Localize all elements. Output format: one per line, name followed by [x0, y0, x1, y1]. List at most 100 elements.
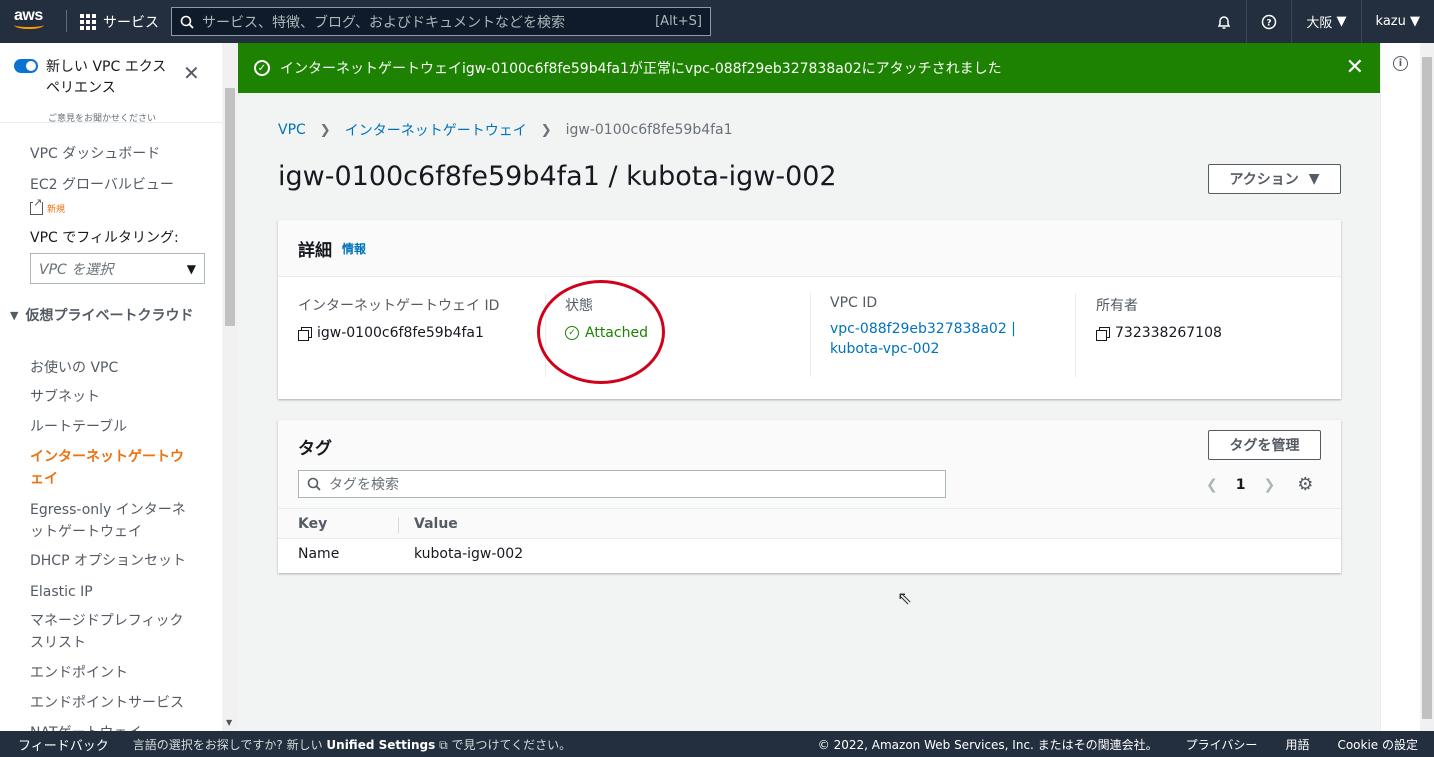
sidebar-item-route-tables[interactable]: ルートテーブル	[30, 416, 190, 438]
terms-link[interactable]: 用語	[1285, 736, 1309, 753]
help-panel-rail: i	[1380, 43, 1420, 731]
info-link[interactable]: 情報	[342, 240, 366, 257]
search-shortcut: [Alt+S]	[655, 14, 702, 29]
column-key[interactable]: Key	[298, 516, 327, 532]
nav-right-group: ? 大阪 ▼ kazu ▼	[1202, 0, 1434, 43]
sidebar-divider	[0, 122, 222, 123]
cookie-settings-link[interactable]: Cookie の設定	[1337, 736, 1418, 753]
column-divider	[1075, 293, 1076, 377]
feedback-link[interactable]: フィードバック	[18, 735, 109, 754]
gear-icon[interactable]: ⚙	[1297, 474, 1313, 495]
breadcrumb: VPC ❯ インターネットゲートウェイ ❯ igw-0100c6f8fe59b4…	[278, 120, 733, 140]
caret-down-icon: ▼	[1410, 14, 1420, 29]
filter-label: VPC でフィルタリング:	[30, 230, 179, 246]
chevron-right-icon[interactable]: ❯	[1263, 477, 1275, 493]
user-label: kazu	[1375, 14, 1406, 29]
sidebar-item-dashboard[interactable]: VPC ダッシュボード	[30, 143, 190, 165]
help-button[interactable]: ?	[1246, 0, 1291, 43]
breadcrumb-vpc[interactable]: VPC	[278, 122, 306, 138]
external-link-icon	[30, 196, 43, 215]
info-icon[interactable]: i	[1393, 56, 1408, 71]
vpc-id-field: VPC ID vpc-088f29eb327838a02 | kubota-vp…	[830, 295, 1060, 359]
toggle-title: 新しい VPC エクスペリエンス	[46, 59, 167, 96]
sidebar-item-elastic-ip[interactable]: Elastic IP	[30, 581, 190, 603]
section-label: 仮想プライベートクラウド	[25, 308, 194, 324]
breadcrumb-internet-gateways[interactable]: インターネットゲートウェイ	[345, 120, 527, 140]
tag-search-input[interactable]: タグを検索	[298, 470, 946, 498]
tag-value: kubota-igw-002	[414, 546, 524, 562]
sidebar-item-subnets[interactable]: サブネット	[30, 386, 190, 408]
caret-down-icon: ▼	[1308, 171, 1320, 187]
services-menu-button[interactable]: サービス	[80, 0, 159, 43]
svg-text:?: ?	[1267, 18, 1272, 28]
actions-button[interactable]: アクション ▼	[1208, 164, 1341, 194]
language-notice: 言語の選択をお探しですか? 新しい Unified Settings ⧉ で見つ…	[133, 736, 571, 753]
scroll-down-arrow-icon[interactable]: ▼	[226, 718, 232, 727]
copyright: © 2022, Amazon Web Services, Inc. またはその関…	[817, 737, 1158, 752]
sidebar-section-vpc[interactable]: ▼ 仮想プライベートクラウド	[10, 305, 200, 327]
sidebar: 新しい VPC エクスペリエンス ご意見をお聞かせください ✕ VPC ダッシュ…	[0, 43, 222, 731]
details-header: 詳細 情報	[278, 220, 1341, 277]
external-link-icon: ⧉	[439, 737, 448, 752]
sidebar-item-prefix-lists[interactable]: マネージドプレフィックスリスト	[30, 610, 190, 654]
sidebar-item-dhcp[interactable]: DHCP オプションセット	[30, 550, 190, 572]
new-experience-toggle[interactable]	[14, 59, 38, 73]
search-placeholder: サービス、特徴、ブログ、およびドキュメントなどを検索	[202, 14, 566, 31]
region-selector[interactable]: 大阪 ▼	[1291, 0, 1360, 43]
vpc-filter-select[interactable]: VPC を選択 ▼	[30, 253, 205, 284]
nav-divider	[66, 10, 67, 32]
page-scroll-thumb[interactable]	[1422, 57, 1432, 719]
column-divider	[398, 517, 399, 533]
sidebar-item-global-view[interactable]: EC2 グローバルビュー	[30, 174, 190, 196]
footer-links: © 2022, Amazon Web Services, Inc. またはその関…	[818, 736, 1418, 753]
lang-suffix: で見つけてください。	[451, 737, 572, 752]
igw-id-value: igw-0100c6f8fe59b4fa1	[317, 325, 484, 341]
notifications-button[interactable]	[1202, 0, 1246, 43]
page-number[interactable]: 1	[1236, 477, 1246, 493]
region-label: 大阪	[1306, 16, 1333, 31]
details-columns: インターネットゲートウェイ ID igw-0100c6f8fe59b4fa1 状…	[278, 277, 1341, 399]
chevron-right-icon: ❯	[319, 122, 331, 138]
page-title: igw-0100c6f8fe59b4fa1 / kubota-igw-002	[278, 161, 837, 192]
mouse-cursor-icon: ⇖	[897, 588, 913, 609]
igw-id-field: インターネットゲートウェイ ID igw-0100c6f8fe59b4fa1	[298, 295, 499, 343]
aws-logo[interactable]: aws	[14, 8, 50, 34]
vpc-id-link[interactable]: vpc-088f29eb327838a02 | kubota-vpc-002	[830, 319, 1060, 359]
sidebar-item-endpoints[interactable]: エンドポイント	[30, 662, 190, 684]
sidebar-scrollbar[interactable]: ▼	[222, 43, 238, 731]
copy-icon[interactable]	[1096, 327, 1110, 341]
footer: フィードバック 言語の選択をお探しですか? 新しい Unified Settin…	[0, 731, 1434, 757]
pagination: ❮ 1 ❯ ⚙	[1206, 474, 1313, 495]
privacy-link[interactable]: プライバシー	[1186, 736, 1258, 753]
sidebar-scroll-thumb[interactable]	[225, 88, 235, 326]
close-icon[interactable]: ✕	[1346, 57, 1364, 79]
account-menu[interactable]: kazu ▼	[1360, 0, 1434, 43]
services-label: サービス	[103, 14, 159, 31]
main-content: ✓ インターネットゲートウェイigw-0100c6f8fe59b4fa1が正常に…	[238, 43, 1380, 731]
chevron-left-icon[interactable]: ❮	[1206, 477, 1218, 493]
breadcrumb-current: igw-0100c6f8fe59b4fa1	[565, 122, 733, 138]
sidebar-item-endpoint-services[interactable]: エンドポイントサービス	[30, 692, 190, 714]
success-check-icon: ✓	[254, 60, 270, 76]
vpc-id-label: VPC ID	[830, 295, 878, 311]
owner-field: 所有者 732338267108	[1096, 295, 1222, 343]
vpc-filter-placeholder: VPC を選択	[39, 261, 114, 278]
global-search-input[interactable]: サービス、特徴、ブログ、およびドキュメントなどを検索 [Alt+S]	[171, 7, 711, 36]
column-divider	[545, 293, 546, 377]
column-value[interactable]: Value	[414, 516, 458, 532]
close-icon[interactable]: ✕	[183, 63, 200, 83]
copy-icon[interactable]	[298, 327, 312, 341]
manage-tags-button[interactable]: タグを管理	[1208, 430, 1321, 460]
page-scrollbar[interactable]	[1420, 43, 1434, 731]
search-icon	[307, 477, 321, 491]
top-navigation: aws サービス サービス、特徴、ブログ、およびドキュメントなどを検索 [Alt…	[0, 0, 1434, 43]
caret-down-icon: ▼	[186, 261, 196, 276]
sidebar-item-nat-gateways[interactable]: NATゲートウェイ	[30, 722, 190, 731]
status-ok-icon: ✓	[565, 326, 579, 340]
sidebar-item-your-vpcs[interactable]: お使いの VPC	[30, 357, 190, 379]
sidebar-item-egress-only[interactable]: Egress-only インターネットゲートウェイ	[30, 499, 190, 543]
sidebar-item-internet-gateways[interactable]: インターネットゲートウェイ	[30, 446, 190, 490]
unified-settings-link[interactable]: Unified Settings	[326, 738, 435, 752]
tags-table-header: Key Value	[278, 508, 1341, 539]
flash-message: インターネットゲートウェイigw-0100c6f8fe59b4fa1が正常にvp…	[280, 61, 1002, 77]
